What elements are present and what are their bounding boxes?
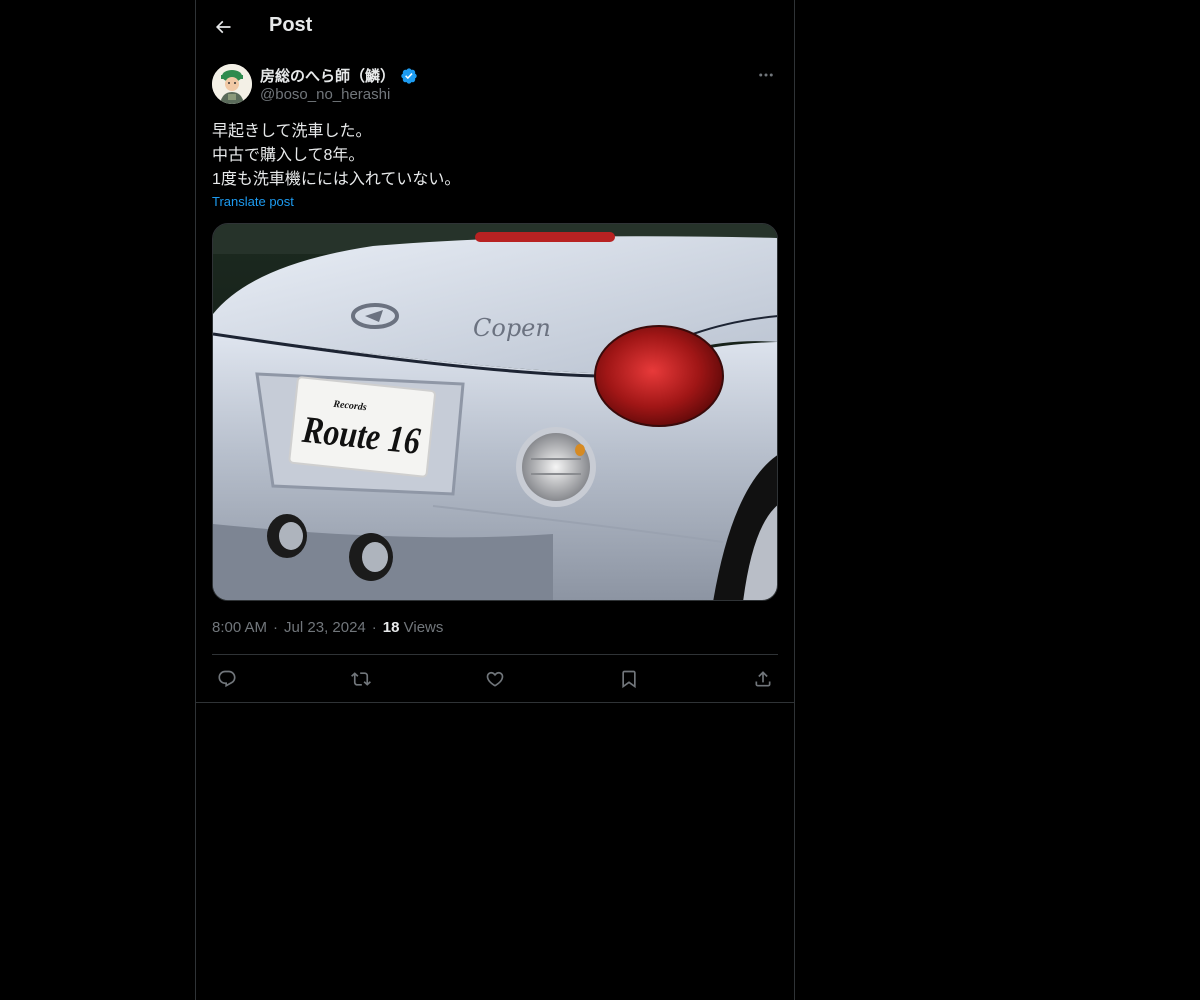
post-bottom-divider (196, 702, 794, 703)
arrow-left-icon (215, 20, 231, 34)
reply-button[interactable] (212, 664, 242, 694)
author-display-name[interactable]: 房総のへら師（鱗） (260, 65, 395, 86)
back-button[interactable] (208, 12, 238, 42)
views-label: Views (403, 619, 444, 636)
avatar-illustration (212, 64, 252, 104)
post-media-image[interactable]: Records Route 16 Copen (212, 223, 778, 601)
copen-badge-text: Copen (473, 314, 551, 342)
like-button[interactable] (480, 664, 510, 694)
post-text-line: 中古で購入して8年。 (212, 147, 365, 164)
post-text-line: 1度も洗車機にには入れていない。 (212, 171, 461, 188)
bookmark-icon (622, 670, 636, 689)
views-count: 18 (382, 619, 400, 636)
more-options-button[interactable] (754, 64, 778, 86)
car-photo: Records Route 16 Copen (213, 224, 777, 600)
post-text-line: 早起きして洗車した。 (212, 123, 372, 140)
meta-separator: · (371, 619, 377, 636)
share-icon (755, 671, 771, 687)
post-time[interactable]: 8:00 AM (212, 619, 267, 636)
repost-icon (351, 672, 371, 686)
post-text: 早起きして洗車した。 中古で購入して8年。 1度も洗車機にには入れていない。 (212, 120, 778, 192)
main-column: Post 房総のへら師（鱗） @boso_no_herashi 早起きして洗車し… (195, 0, 795, 1000)
divider (212, 654, 778, 655)
page-title: Post (269, 14, 313, 36)
like-icon (486, 671, 504, 687)
avatar[interactable] (212, 64, 252, 104)
author-name-row: 房総のへら師（鱗） (260, 65, 418, 86)
reply-icon (218, 670, 236, 688)
page-header: Post (196, 0, 794, 53)
post-action-bar (212, 664, 778, 694)
post-date[interactable]: Jul 23, 2024 (284, 619, 366, 636)
more-horizontal-icon (759, 73, 773, 77)
verified-badge-icon (401, 67, 417, 84)
share-button[interactable] (748, 664, 778, 694)
translate-post-link[interactable]: Translate post (212, 194, 294, 209)
repost-button[interactable] (346, 664, 376, 694)
author-handle[interactable]: @boso_no_herashi (260, 86, 390, 103)
bookmark-button[interactable] (614, 664, 644, 694)
post-metadata: 8:00 AM · Jul 23, 2024 · 18 Views (212, 619, 443, 636)
meta-separator: · (273, 619, 279, 636)
